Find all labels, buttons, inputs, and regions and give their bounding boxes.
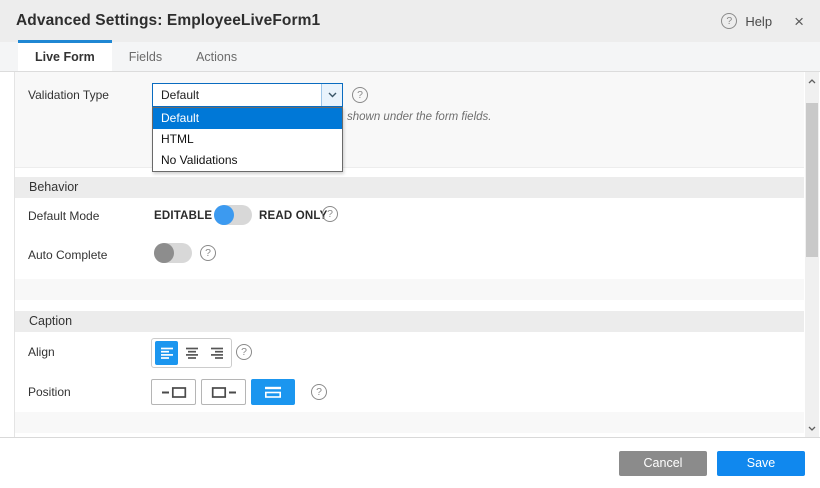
behavior-section-footer	[15, 279, 804, 300]
close-icon[interactable]: ×	[794, 13, 804, 30]
default-mode-left-option: EDITABLE	[154, 210, 212, 222]
vertical-scrollbar	[805, 72, 819, 437]
scrollbar-thumb[interactable]	[806, 103, 818, 257]
position-left-button[interactable]	[151, 379, 196, 405]
caption-section-header: Caption	[15, 311, 804, 332]
dropdown-option-no-validations[interactable]: No Validations	[153, 150, 342, 171]
align-label: Align	[28, 345, 55, 359]
auto-complete-toggle-knob	[154, 243, 174, 263]
tab-fields[interactable]: Fields	[112, 42, 179, 71]
auto-complete-label: Auto Complete	[28, 248, 107, 262]
caption-section-footer	[15, 412, 804, 433]
tab-actions[interactable]: Actions	[179, 42, 254, 71]
align-right-icon[interactable]	[205, 341, 228, 365]
caption-left-icon	[161, 386, 187, 399]
dialog-content: Validation Type shown under the form fie…	[0, 72, 820, 437]
default-mode-toggle[interactable]	[214, 205, 252, 225]
auto-complete-toggle[interactable]	[154, 243, 192, 263]
help-link[interactable]: Help	[745, 14, 772, 29]
chevron-down-icon[interactable]	[321, 84, 342, 106]
validation-type-selected-value: Default	[153, 88, 321, 102]
validation-type-dropdown-list: Default HTML No Validations	[152, 107, 343, 172]
caption-top-icon	[263, 385, 283, 399]
default-mode-toggle-knob	[214, 205, 234, 225]
help-icon[interactable]: ?	[721, 13, 737, 29]
tab-live-form[interactable]: Live Form	[18, 40, 112, 71]
default-mode-label: Default Mode	[28, 209, 99, 223]
caption-right-icon	[211, 386, 237, 399]
default-mode-help-icon[interactable]: ?	[322, 206, 338, 222]
position-help-icon[interactable]: ?	[311, 384, 327, 400]
align-button-group	[151, 338, 232, 368]
save-button[interactable]: Save	[717, 451, 805, 476]
align-center-icon[interactable]	[180, 341, 203, 365]
dialog-footer: Cancel Save	[0, 437, 820, 488]
dropdown-option-default[interactable]: Default	[153, 108, 342, 129]
validation-type-label: Validation Type	[28, 88, 109, 102]
validation-type-select[interactable]: Default	[152, 83, 343, 107]
cancel-button[interactable]: Cancel	[619, 451, 707, 476]
scroll-down-icon[interactable]	[805, 421, 819, 435]
behavior-section-header: Behavior	[15, 177, 804, 198]
scroll-up-icon[interactable]	[805, 74, 819, 88]
align-left-icon[interactable]	[155, 341, 178, 365]
dropdown-option-html[interactable]: HTML	[153, 129, 342, 150]
auto-complete-help-icon[interactable]: ?	[200, 245, 216, 261]
advanced-settings-dialog: Advanced Settings: EmployeeLiveForm1 ? H…	[0, 0, 820, 488]
validation-help-icon[interactable]: ?	[352, 87, 368, 103]
validation-hint-text: shown under the form fields.	[347, 111, 491, 123]
position-top-button[interactable]	[251, 379, 295, 405]
align-help-icon[interactable]: ?	[236, 344, 252, 360]
dialog-header: Advanced Settings: EmployeeLiveForm1 ? H…	[0, 0, 820, 42]
dialog-title: Advanced Settings: EmployeeLiveForm1	[16, 12, 320, 30]
tab-bar: Live Form Fields Actions	[0, 42, 820, 72]
default-mode-right-option: READ ONLY	[259, 210, 327, 222]
position-label: Position	[28, 385, 71, 399]
position-right-button[interactable]	[201, 379, 246, 405]
